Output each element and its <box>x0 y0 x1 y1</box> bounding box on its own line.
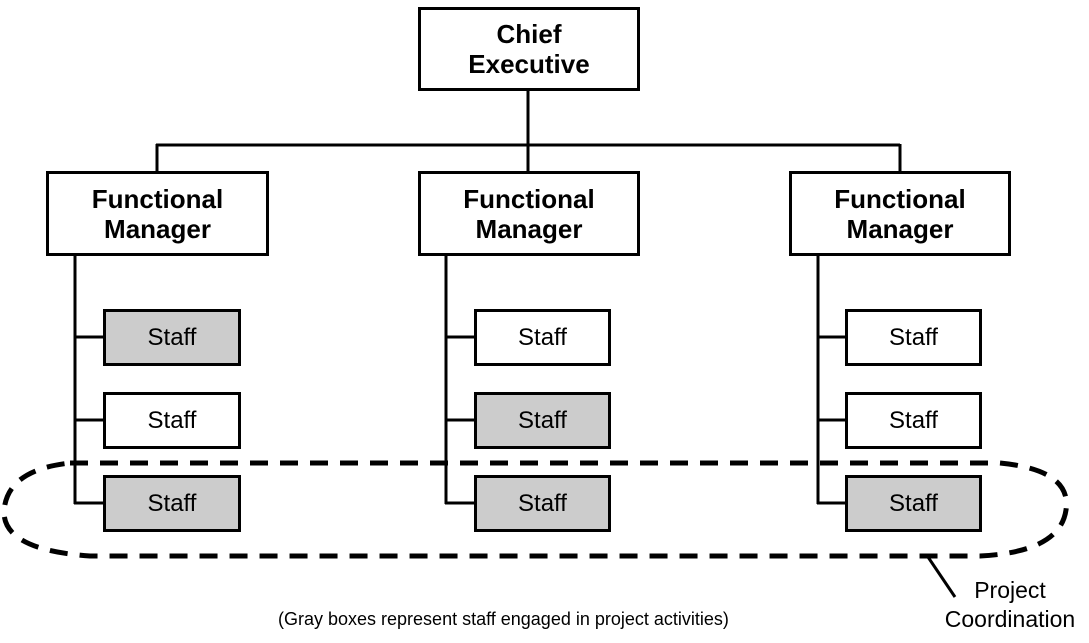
staff-box: Staff <box>103 475 241 532</box>
staff-box: Staff <box>474 309 611 366</box>
functional-manager-box-1: Functional Manager <box>46 171 269 256</box>
staff-box: Staff <box>845 309 982 366</box>
staff-box: Staff <box>103 392 241 449</box>
staff-box: Staff <box>103 309 241 366</box>
chief-executive-box: Chief Executive <box>418 7 640 91</box>
legend-footnote: (Gray boxes represent staff engaged in p… <box>278 609 729 629</box>
staff-box: Staff <box>474 475 611 532</box>
functional-manager-box-2: Functional Manager <box>418 171 640 256</box>
staff-box: Staff <box>474 392 611 449</box>
staff-box: Staff <box>845 475 982 532</box>
project-coordination-label: Project Coordination <box>944 577 1076 632</box>
staff-box: Staff <box>845 392 982 449</box>
functional-manager-box-3: Functional Manager <box>789 171 1011 256</box>
